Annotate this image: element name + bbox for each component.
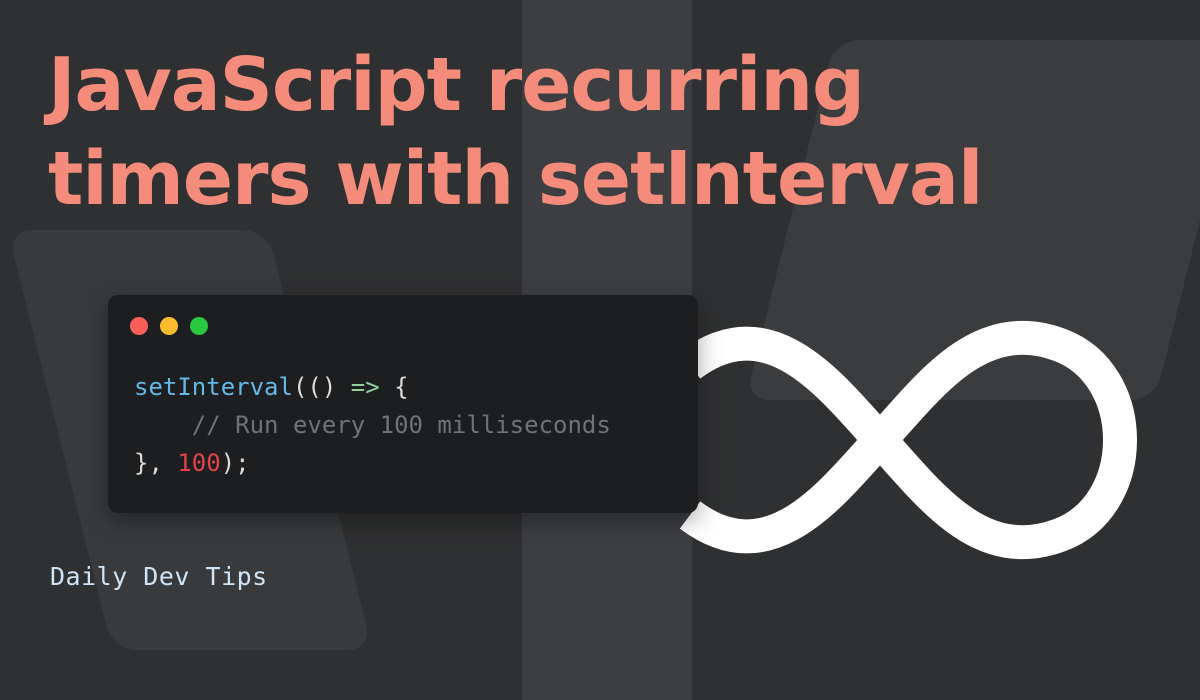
code-arrow: => [350, 373, 380, 401]
code-function-name: setInterval [134, 373, 293, 401]
code-end: ); [220, 449, 250, 477]
code-brace-close: }, [134, 449, 178, 477]
close-dot [130, 317, 148, 335]
maximize-dot [190, 317, 208, 335]
page-title: JavaScript recurring timers with setInte… [48, 38, 1168, 226]
minimize-dot [160, 317, 178, 335]
code-comment: // Run every 100 milliseconds [191, 411, 611, 439]
code-window: setInterval(() => { // Run every 100 mil… [108, 295, 698, 513]
code-open-paren: (( [292, 373, 322, 401]
title-line-2: timers with setInterval [48, 136, 983, 222]
code-brace-open: { [379, 373, 409, 401]
window-controls [130, 317, 208, 335]
title-line-1: JavaScript recurring [48, 42, 865, 128]
brand-label: Daily Dev Tips [50, 562, 268, 591]
code-snippet: setInterval(() => { // Run every 100 mil… [134, 368, 611, 482]
code-close-paren: ) [321, 373, 351, 401]
code-delay: 100 [177, 449, 221, 477]
